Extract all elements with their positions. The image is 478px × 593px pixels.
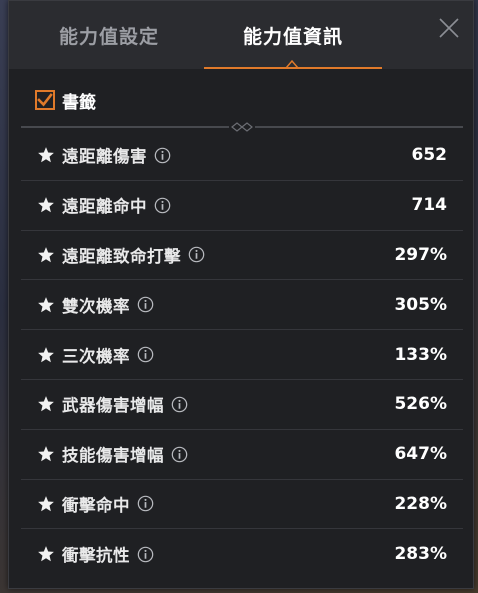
stat-value: 652 [411,145,448,166]
info-icon[interactable] [154,147,171,164]
stat-value: 526% [394,394,447,415]
stat-value: 714 [411,195,448,216]
star-icon[interactable] [37,196,55,214]
stat-name: 三次機率 [62,346,130,366]
active-tab-caret-icon [286,59,298,68]
close-icon[interactable] [434,13,464,43]
info-icon[interactable] [171,446,188,463]
info-icon[interactable] [137,495,154,512]
stat-name: 雙次機率 [62,296,130,316]
info-icon[interactable] [188,246,205,263]
stat-name: 衝擊命中 [62,495,130,515]
star-icon[interactable] [37,146,55,164]
info-icon[interactable] [154,197,171,214]
info-icon[interactable] [137,346,154,363]
stat-row: 衝擊抗性 283% [21,529,463,579]
tab-bar: 能力值設定 能力值資訊 [9,1,473,69]
star-icon[interactable] [37,246,55,264]
stat-name: 技能傷害增幅 [62,446,164,466]
stat-value: 647% [394,444,447,465]
bookmark-toggle[interactable]: 書籤 [35,85,96,115]
stat-row: 遠距離傷害 652 [21,131,463,181]
stat-row: 三次機率 133% [21,330,463,380]
stat-value: 297% [394,244,447,265]
tab-stat-settings[interactable]: 能力值設定 [9,1,209,69]
star-icon[interactable] [37,445,55,463]
star-icon[interactable] [37,296,55,314]
star-icon[interactable] [37,346,55,364]
stat-name: 衝擊抗性 [62,546,130,566]
star-icon[interactable] [37,545,55,563]
stat-name: 武器傷害增幅 [62,396,164,416]
stat-row: 武器傷害增幅 526% [21,380,463,430]
stats-panel: 能力值設定 能力值資訊 書籤 遠距離傷害 652 遠距離命中 714 遠距離致命… [8,0,474,589]
stat-row: 遠距離命中 714 [21,181,463,231]
stat-value: 133% [394,344,447,365]
stat-row: 雙次機率 305% [21,280,463,331]
stat-list: 遠距離傷害 652 遠距離命中 714 遠距離致命打擊 297% 雙次機率 30… [21,131,463,579]
star-icon[interactable] [37,495,55,513]
checkbox-checked-icon[interactable] [35,90,55,110]
star-icon[interactable] [37,395,55,413]
info-icon[interactable] [171,396,188,413]
stat-name: 遠距離傷害 [62,147,147,167]
stat-row: 遠距離致命打擊 297% [21,231,463,281]
info-icon[interactable] [137,296,154,313]
stat-name: 遠距離命中 [62,197,147,217]
info-icon[interactable] [137,546,154,563]
stat-value: 228% [394,493,447,514]
stat-name: 遠距離致命打擊 [62,246,181,266]
stat-value: 283% [394,544,447,565]
stat-value: 305% [394,294,447,315]
stat-row: 衝擊命中 228% [21,480,463,530]
bookmark-label: 書籤 [62,92,96,113]
stat-row: 技能傷害增幅 647% [21,430,463,480]
